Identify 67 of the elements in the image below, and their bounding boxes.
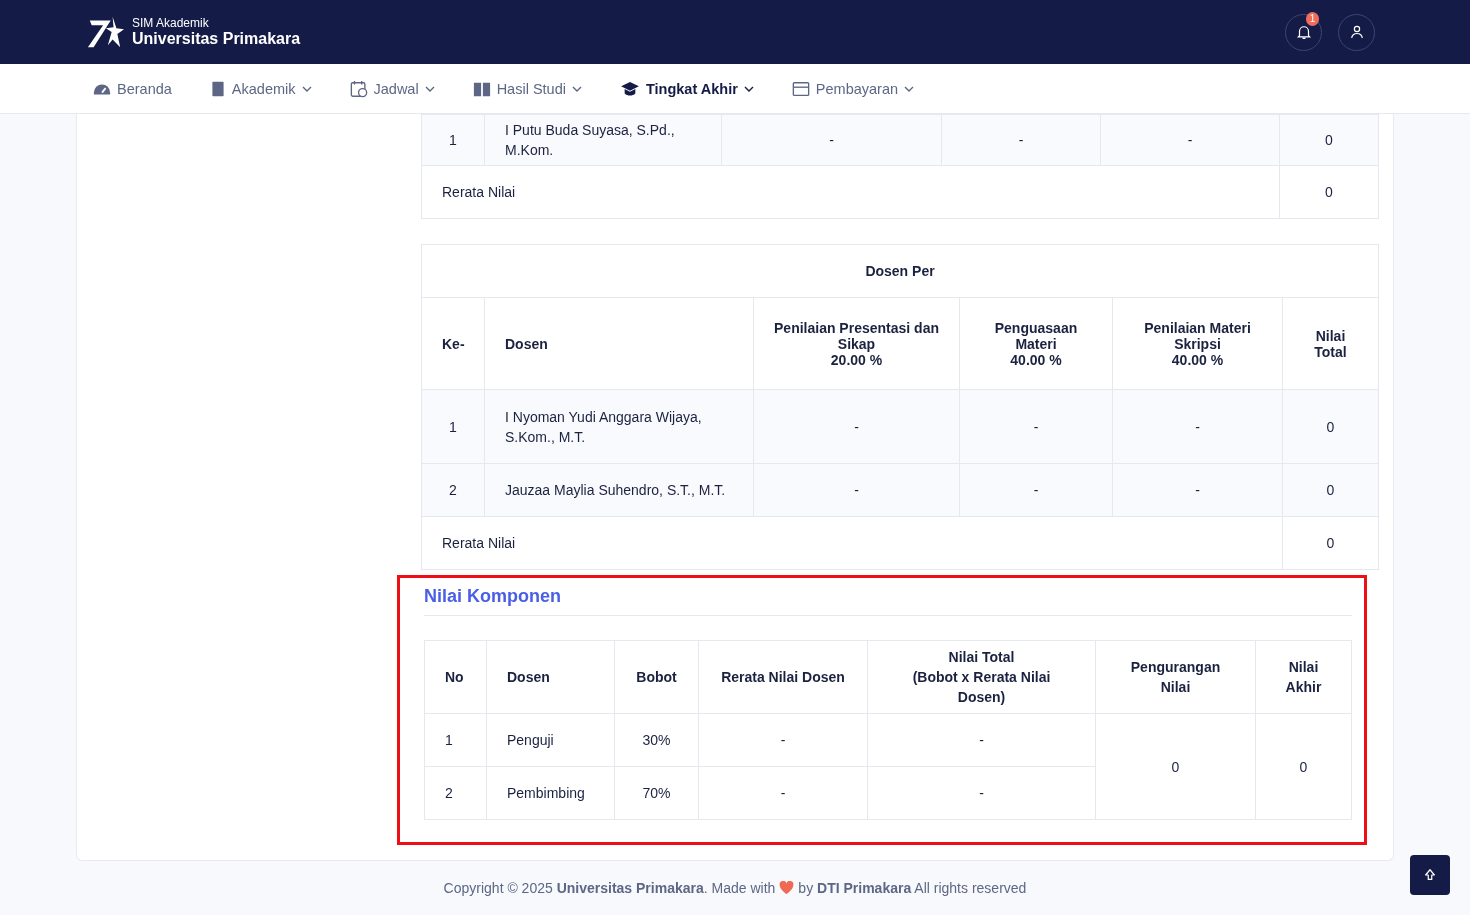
column-header: Dosen bbox=[486, 640, 615, 714]
arrow-up-icon bbox=[1423, 868, 1437, 882]
calendar-clock-icon bbox=[349, 79, 368, 98]
table-cell: - bbox=[1112, 463, 1283, 517]
table-title: Dosen Per bbox=[421, 244, 1379, 298]
copyright-text: Copyright © 2025 Universitas Primakara. Made with bbox=[443, 880, 776, 896]
table-cell: - bbox=[753, 463, 960, 517]
bell-icon bbox=[1294, 23, 1313, 41]
section-title: Nilai Komponen bbox=[424, 586, 1352, 616]
table-cell: I Putu Buda Suyasa, S.Pd., M.Kom. bbox=[484, 114, 722, 166]
credit-text: by DTI Primakara All rights reserved bbox=[798, 880, 1027, 896]
table-cell: - bbox=[1100, 114, 1280, 166]
table-cell: - bbox=[959, 463, 1113, 517]
nav-item[interactable]: Jadwal bbox=[349, 79, 435, 98]
table-cell: 1 bbox=[421, 114, 485, 166]
table-cell: - bbox=[959, 389, 1113, 464]
table-cell: 0 bbox=[1282, 463, 1379, 517]
table-cell: - bbox=[721, 114, 942, 166]
back-to-top-button[interactable] bbox=[1410, 855, 1450, 895]
table-cell: 0 bbox=[1279, 114, 1379, 166]
column-header: Penilaian Presentasi dan Sikap 20.00 % bbox=[753, 297, 960, 390]
app-title: Universitas Primakara bbox=[132, 30, 301, 48]
card-icon bbox=[791, 79, 810, 98]
column-header: Penilaian Materi Skripsi 40.00 % bbox=[1112, 297, 1283, 390]
table-cell: 0 bbox=[1279, 165, 1379, 219]
table-cell: I Nyoman Yudi Anggara Wijaya, S.Kom., M.T. bbox=[484, 389, 754, 464]
table-cell: Jauzaa Maylia Suhendro, S.T., M.T. bbox=[484, 463, 754, 517]
table-cell: Rerata Nilai bbox=[421, 516, 1283, 570]
column-header: Nilai Total bbox=[1282, 297, 1379, 390]
table-cell: - bbox=[1112, 389, 1283, 464]
table-cell: 1 bbox=[424, 713, 487, 767]
table-cell: Pembimbing bbox=[486, 766, 615, 820]
table-cell: 1 bbox=[421, 389, 485, 464]
column-header: Penguasaan Materi 40.00 % bbox=[959, 297, 1113, 390]
nav-item[interactable]: Akademik bbox=[209, 79, 312, 98]
nav-item[interactable]: Tingkat Akhir bbox=[619, 80, 754, 97]
table-cell: - bbox=[941, 114, 1101, 166]
table-cell: - bbox=[753, 389, 960, 464]
table-cell: 2 bbox=[421, 463, 485, 517]
table-cell: - bbox=[698, 766, 868, 820]
table-cell: 0 bbox=[1282, 389, 1379, 464]
heart-icon bbox=[779, 881, 795, 895]
table-cell: 0 bbox=[1282, 516, 1379, 570]
column-header: Nilai Total (Bobot x Rerata Nilai Dosen) bbox=[867, 640, 1096, 714]
table-cell: 70% bbox=[614, 766, 699, 820]
graduation-cap-icon bbox=[619, 80, 640, 97]
nav-item[interactable]: Hasil Studi bbox=[472, 79, 582, 98]
table-cell: 2 bbox=[424, 766, 487, 820]
column-header: No bbox=[424, 640, 487, 714]
table-cell: Rerata Nilai bbox=[421, 165, 1280, 219]
table-cell: 0 bbox=[1095, 713, 1256, 820]
column-header: Nilai Akhir bbox=[1255, 640, 1352, 714]
table-cell: - bbox=[698, 713, 868, 767]
table-cell: - bbox=[867, 713, 1096, 767]
table-cell: 30% bbox=[614, 713, 699, 767]
app-subtitle: SIM Akademik bbox=[132, 16, 210, 30]
column-header: Dosen bbox=[484, 297, 754, 390]
nav-item[interactable]: Beranda bbox=[93, 79, 172, 98]
column-header: Pengurangan Nilai bbox=[1095, 640, 1256, 714]
table-cell: Penguji bbox=[486, 713, 615, 767]
column-header: Rerata Nilai Dosen bbox=[698, 640, 868, 714]
notification-badge: 1 bbox=[1306, 11, 1319, 26]
table-cell: 0 bbox=[1255, 713, 1352, 820]
book-icon bbox=[209, 79, 226, 98]
column-header: Ke- bbox=[421, 297, 485, 390]
nav-item[interactable]: Pembayaran bbox=[791, 79, 915, 98]
column-header: Bobot bbox=[614, 640, 699, 714]
